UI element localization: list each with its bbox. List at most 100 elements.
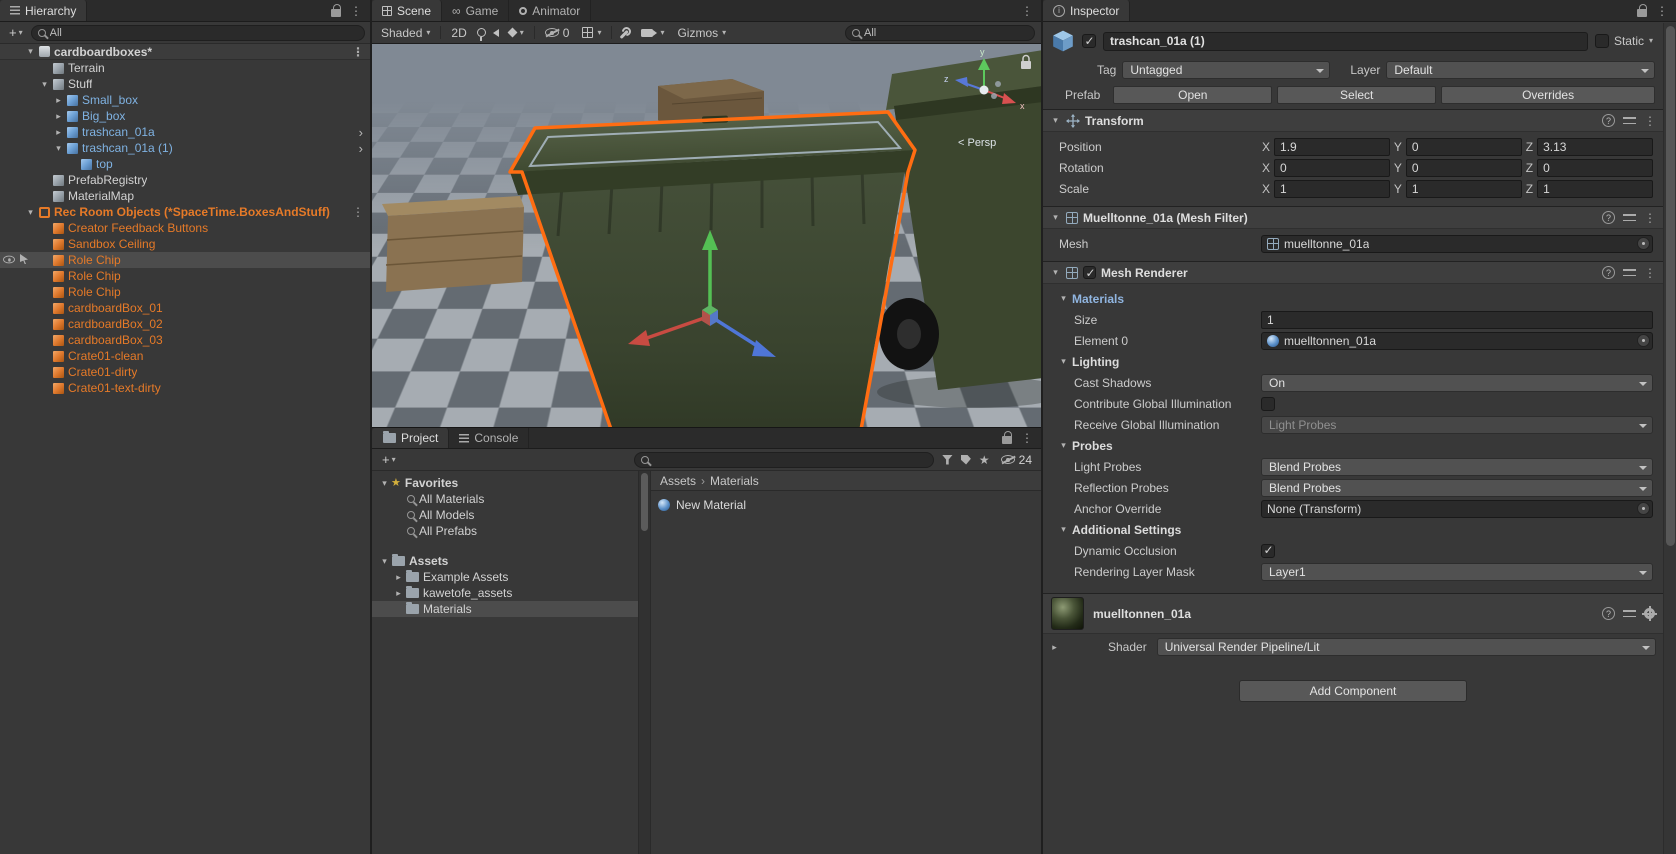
hierarchy-row-role-chip[interactable]: Role Chip [0, 252, 370, 268]
project-tree-row-all-models[interactable]: All Models [372, 507, 638, 523]
wooden-crate[interactable] [382, 196, 524, 292]
project-tree-row-materials[interactable]: Materials [372, 601, 638, 617]
lighting-toggle-icon[interactable] [477, 28, 486, 37]
position-z-input[interactable] [1537, 138, 1653, 156]
hierarchy-row-cardboardbox-02[interactable]: cardboardBox_02 [0, 316, 370, 332]
hierarchy-search-input[interactable] [50, 27, 358, 39]
tab-animator[interactable]: Animator [509, 0, 591, 21]
project-tree-row-assets[interactable]: ▾Assets [372, 553, 638, 569]
tab-inspector[interactable]: i Inspector [1043, 0, 1130, 21]
presets-icon[interactable] [1623, 115, 1636, 126]
position-x-input[interactable] [1274, 138, 1390, 156]
expander-icon[interactable]: ▾ [52, 143, 65, 154]
scene-viewport[interactable]: y x z < Persp [372, 44, 1041, 427]
expander-icon[interactable]: ▸ [392, 572, 405, 583]
component-enabled-checkbox[interactable] [1083, 266, 1096, 279]
gameobject-name-input[interactable] [1103, 32, 1588, 51]
presets-icon[interactable] [1623, 608, 1636, 619]
tag-dropdown[interactable]: Untagged [1122, 61, 1330, 79]
tab-scene[interactable]: Scene [372, 0, 442, 21]
contribute-gi-checkbox[interactable] [1261, 397, 1275, 411]
hierarchy-row-stuff[interactable]: ▾Stuff [0, 76, 370, 92]
help-icon[interactable]: ? [1602, 266, 1615, 279]
expander-icon[interactable]: ▾ [378, 478, 391, 489]
hierarchy-row-crate01-clean[interactable]: Crate01-clean [0, 348, 370, 364]
material-foldout-icon[interactable]: ▸ [1049, 642, 1060, 653]
hidden-objects-toggle[interactable]: 0 [542, 26, 573, 40]
hierarchy-row-terrain[interactable]: Terrain [0, 60, 370, 76]
hierarchy-row-cardboardbox-01[interactable]: cardboardBox_01 [0, 300, 370, 316]
asset-new-material[interactable]: New Material [658, 496, 1034, 514]
foldout-icon[interactable]: ▾ [1050, 115, 1061, 126]
create-asset-button[interactable]: +▾ [378, 452, 400, 467]
create-menu-button[interactable]: +▾ [5, 25, 27, 40]
anchor-object-field[interactable]: None (Transform) [1261, 500, 1653, 518]
element0-object-field[interactable]: muelltonnen_01a [1261, 332, 1653, 350]
hierarchy-row-materialmap[interactable]: MaterialMap [0, 188, 370, 204]
breadcrumb-assets[interactable]: Assets [660, 474, 696, 488]
panel-menu-icon[interactable]: ⋮ [1656, 4, 1668, 18]
object-picker-icon[interactable] [1637, 502, 1650, 515]
tab-console[interactable]: Console [449, 428, 529, 448]
light-probes-dropdown[interactable]: Blend Probes [1261, 458, 1653, 476]
project-tree-row-kawetofe-assets[interactable]: ▸kawetofe_assets [372, 585, 638, 601]
static-controls[interactable]: Static ▾ [1595, 34, 1655, 48]
prefab-enter-chevron[interactable]: › [359, 141, 370, 156]
object-picker-icon[interactable] [1637, 237, 1650, 250]
hierarchy-row-top[interactable]: top [0, 156, 370, 172]
rotation-y-input[interactable] [1406, 159, 1522, 177]
gizmos-dropdown[interactable]: Gizmos▾ [674, 26, 729, 40]
expander-icon[interactable]: ▸ [52, 127, 65, 138]
position-y-input[interactable] [1406, 138, 1522, 156]
object-picker-icon[interactable] [1637, 334, 1650, 347]
hierarchy-row-cardboardboxes[interactable]: ▾cardboardboxes*⋮ [0, 44, 370, 60]
inspector-scrollbar[interactable] [1663, 23, 1676, 854]
add-component-button[interactable]: Add Component [1239, 680, 1467, 702]
lock-icon[interactable] [1637, 9, 1647, 17]
component-menu-icon[interactable]: ⋮ [1644, 211, 1656, 225]
tool-settings-icon[interactable] [619, 27, 631, 39]
presets-icon[interactable] [1623, 267, 1636, 278]
expander-icon[interactable]: ▾ [24, 207, 37, 218]
static-checkbox[interactable] [1595, 34, 1609, 48]
search-by-type-icon[interactable] [942, 455, 953, 465]
camera-settings-dropdown[interactable]: ▾ [638, 29, 667, 37]
expander-icon[interactable]: ▾ [38, 79, 51, 90]
tab-hierarchy[interactable]: Hierarchy [0, 0, 87, 21]
shading-mode-dropdown[interactable]: Shaded▾ [378, 26, 433, 40]
cast-shadows-dropdown[interactable]: On [1261, 374, 1653, 392]
audio-toggle-icon[interactable] [493, 29, 499, 37]
row-options-icon[interactable]: ⋮ [352, 205, 370, 219]
prefab-overrides-button[interactable]: Overrides [1441, 86, 1655, 104]
mesh-object-field[interactable]: muelltonne_01a [1261, 235, 1653, 253]
expander-icon[interactable]: ▸ [392, 588, 405, 599]
rendering-layer-dropdown[interactable]: Layer1 [1261, 563, 1653, 581]
prefab-select-button[interactable]: Select [1277, 86, 1436, 104]
scene-search-input[interactable] [864, 27, 1028, 39]
second-trashcan[interactable] [879, 50, 1041, 390]
hierarchy-row-small-box[interactable]: ▸Small_box [0, 92, 370, 108]
pickability-icon[interactable] [20, 254, 28, 264]
project-tree-row-all-prefabs[interactable]: All Prefabs [372, 523, 638, 539]
rotation-x-input[interactable] [1274, 159, 1390, 177]
help-icon[interactable]: ? [1602, 607, 1615, 620]
project-search-input[interactable] [653, 454, 927, 466]
lock-icon[interactable] [1002, 436, 1012, 444]
project-tree-scrollbar[interactable] [638, 471, 651, 854]
visibility-eye-icon[interactable] [3, 255, 15, 263]
hierarchy-search[interactable] [31, 25, 365, 41]
materials-size-input[interactable] [1261, 311, 1653, 329]
hierarchy-row-trashcan-01a-1[interactable]: ▾trashcan_01a (1)› [0, 140, 370, 156]
hierarchy-row-big-box[interactable]: ▸Big_box [0, 108, 370, 124]
project-tree-row-example-assets[interactable]: ▸Example Assets [372, 569, 638, 585]
gear-icon[interactable] [1644, 608, 1655, 619]
material-preview-sphere[interactable] [1051, 597, 1084, 630]
panel-menu-icon[interactable]: ⋮ [1021, 431, 1033, 445]
hierarchy-row-crate01-text-dirty[interactable]: Crate01-text-dirty [0, 380, 370, 396]
grid-visibility-dropdown[interactable]: ▾ [579, 27, 604, 38]
scale-y-input[interactable] [1406, 180, 1522, 198]
hierarchy-row-cardboardbox-03[interactable]: cardboardBox_03 [0, 332, 370, 348]
effects-dropdown[interactable]: ▾ [506, 29, 527, 37]
prefab-enter-chevron[interactable]: › [359, 125, 370, 140]
additional-settings-foldout[interactable]: ▾ Additional Settings [1043, 519, 1660, 540]
